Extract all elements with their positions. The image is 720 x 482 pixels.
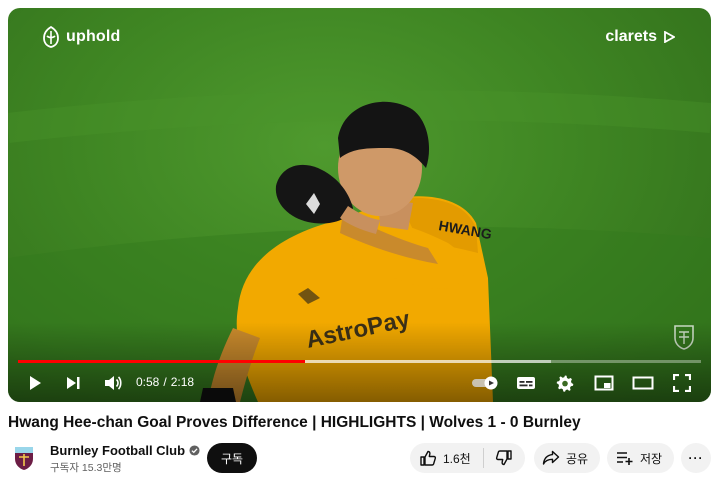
next-icon <box>67 377 80 389</box>
autoplay-toggle[interactable] <box>470 370 500 396</box>
like-count: 1.6천 <box>443 451 471 466</box>
channel-name-text: Burnley Football Club <box>50 443 186 458</box>
like-dislike-group: 1.6천 <box>410 443 525 473</box>
progress-played <box>18 360 305 363</box>
like-button[interactable]: 1.6천 <box>410 443 483 473</box>
more-actions-icon: ··· <box>688 451 704 465</box>
next-button[interactable] <box>60 370 86 396</box>
subtitles-icon <box>517 377 535 389</box>
current-time: 0:58 <box>136 375 160 389</box>
subscriber-count: 구독자 15.3만명 <box>50 462 122 474</box>
save-label: 저장 <box>640 451 663 466</box>
save-button[interactable]: 저장 <box>607 443 674 473</box>
uphold-mark-icon <box>43 26 59 48</box>
share-label: 공유 <box>566 451 589 466</box>
play-button[interactable] <box>22 370 48 396</box>
time-separator: / <box>163 375 167 389</box>
subtitles-button[interactable] <box>512 370 540 396</box>
clarets-logo: clarets <box>605 28 675 46</box>
uphold-logo: uphold <box>42 26 121 48</box>
video-player[interactable]: AstroPay HWANG uphold clarets <box>8 8 711 402</box>
settings-gear-icon <box>556 375 574 392</box>
channel-row: Burnley Football Club 구독자 15.3만명 구독 1.6천… <box>8 440 712 476</box>
volume-button[interactable] <box>100 370 126 396</box>
progress-bar[interactable] <box>18 360 701 363</box>
dislike-button[interactable] <box>484 443 524 473</box>
burnley-crest-icon <box>15 447 33 470</box>
play-icon <box>30 376 41 390</box>
clarets-wordmark: clarets <box>605 28 657 45</box>
theater-mode-button[interactable] <box>628 370 658 396</box>
video-title: Hwang Hee-chan Goal Proves Difference | … <box>8 414 581 431</box>
clarets-play-icon <box>664 31 675 43</box>
channel-name[interactable]: Burnley Football Club <box>50 443 200 458</box>
verified-badge-icon <box>189 445 200 456</box>
uphold-wordmark: uphold <box>66 28 121 45</box>
share-arrow-icon <box>542 450 560 465</box>
miniplayer-button[interactable] <box>590 370 618 396</box>
volume-icon <box>105 376 122 390</box>
settings-button[interactable] <box>551 370 579 396</box>
add-to-playlist-icon <box>617 452 633 465</box>
duration: 2:18 <box>170 375 195 389</box>
share-button[interactable]: 공유 <box>534 443 600 473</box>
miniplayer-icon <box>594 375 614 391</box>
channel-avatar[interactable] <box>8 442 40 474</box>
thumbs-up-icon <box>420 450 437 466</box>
player-controls: 0:58 / 2:18 <box>8 370 711 396</box>
thumbs-down-icon <box>495 450 512 466</box>
fullscreen-button[interactable] <box>668 370 696 396</box>
theater-mode-icon <box>632 376 654 390</box>
subscribe-button[interactable]: 구독 <box>207 443 257 473</box>
more-actions-button[interactable]: ··· <box>681 443 711 473</box>
fullscreen-icon <box>673 374 691 392</box>
autoplay-toggle-icon <box>472 376 498 390</box>
time-display: 0:58 / 2:18 <box>136 375 194 389</box>
